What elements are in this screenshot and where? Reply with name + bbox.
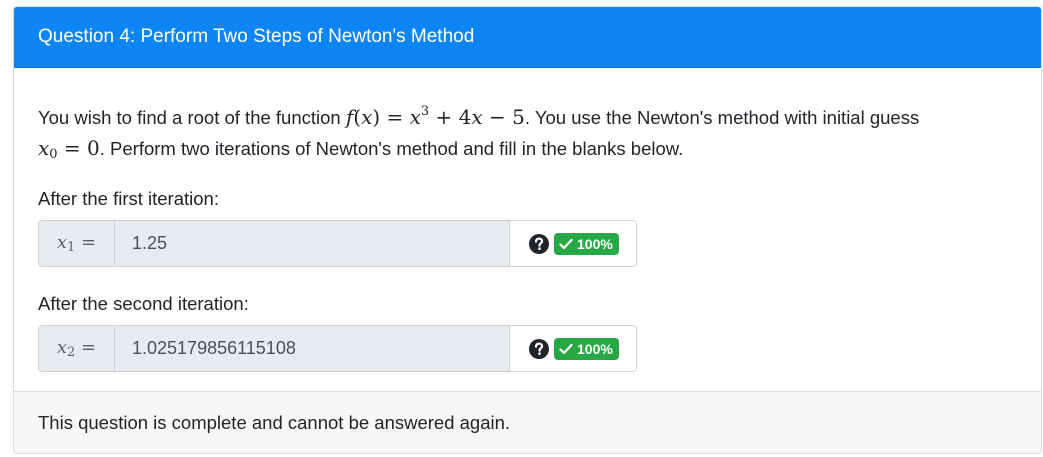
question-prompt: You wish to find a root of the function … <box>38 96 1017 170</box>
first-iteration-label: After the first iteration: <box>38 188 219 209</box>
completion-message: This question is complete and cannot be … <box>38 411 511 433</box>
initial-guess-formula: x0 = 0 <box>38 136 100 162</box>
question-footer: This question is complete and cannot be … <box>14 391 1041 453</box>
second-iteration-input-group: x2 = 1.025179856115108 100% <box>38 325 637 372</box>
question-title: Question 4: Perform Two Steps of Newton'… <box>38 26 475 47</box>
first-iteration-input-group: x1 = 1.25 100% <box>38 220 637 267</box>
question-circle-icon[interactable] <box>529 338 549 359</box>
question-circle-icon[interactable] <box>529 233 549 254</box>
score-badge: 100% <box>554 232 619 255</box>
prompt-text-2: . You use the Newton's method with initi… <box>524 107 920 128</box>
question-header: Question 4: Perform Two Steps of Newton'… <box>14 7 1041 68</box>
prompt-text-1: You wish to find a root of the function <box>38 107 346 128</box>
second-iteration-label: After the second iteration: <box>38 293 249 314</box>
x2-answer-field[interactable]: 1.025179856115108 <box>115 326 510 371</box>
question-card: Question 4: Perform Two Steps of Newton'… <box>13 6 1042 454</box>
question-body: You wish to find a root of the function … <box>14 68 1041 372</box>
check-icon <box>559 238 573 250</box>
x2-prefix: x2 = <box>39 326 115 371</box>
x1-status: 100% <box>510 221 636 266</box>
score-value: 100% <box>577 340 613 357</box>
check-icon <box>559 343 573 355</box>
score-value: 100% <box>577 235 613 252</box>
score-badge: 100% <box>554 337 619 360</box>
prompt-text-3: . Perform two iterations of Newton's met… <box>99 138 684 159</box>
x1-prefix: x1 = <box>39 221 115 266</box>
function-formula: f(x) = x3 + 4x − 5 <box>345 104 525 129</box>
x1-answer-field[interactable]: 1.25 <box>115 221 510 266</box>
x2-status: 100% <box>510 326 636 371</box>
